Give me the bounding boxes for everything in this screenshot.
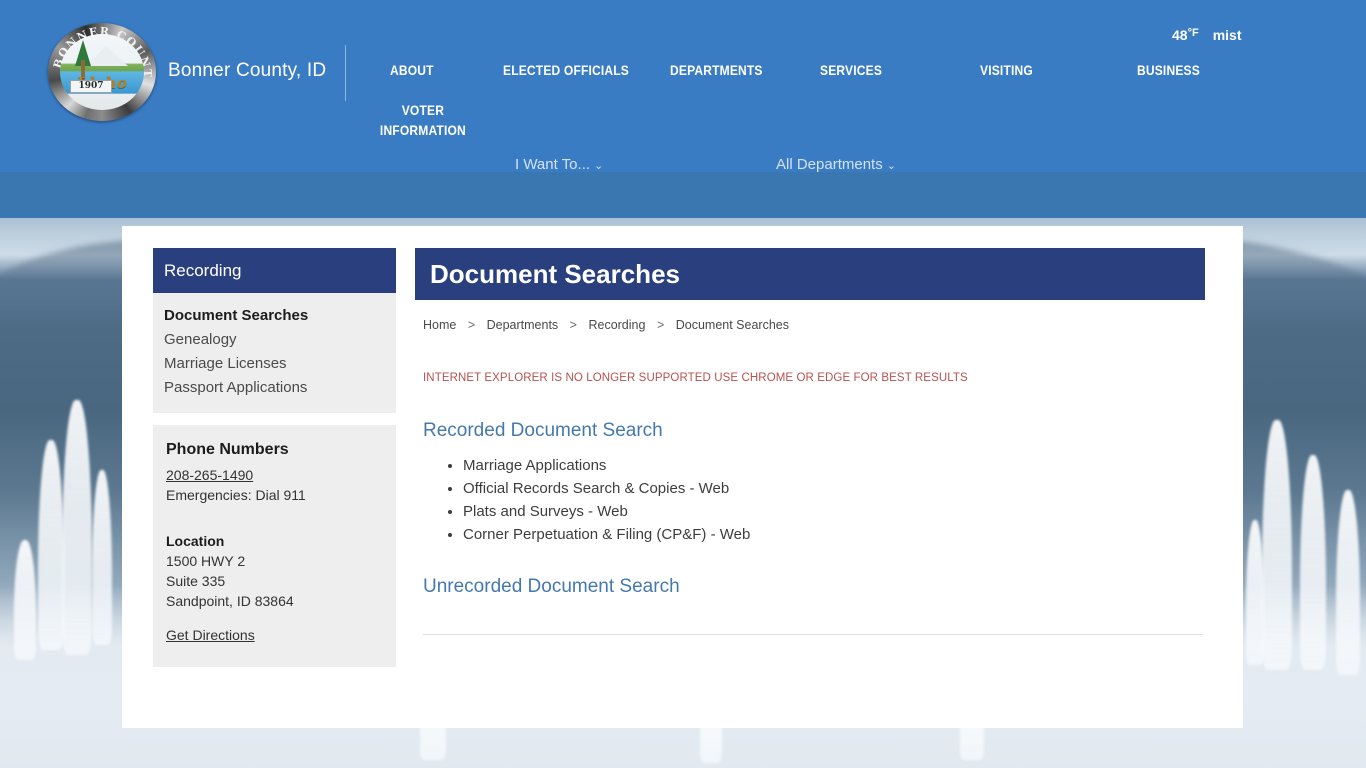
nav-item-business[interactable]: BUSINESS <box>1137 62 1200 78</box>
sidebar: Recording Document Searches Genealogy Ma… <box>153 248 396 667</box>
contact-info-box: Phone Numbers 208-265-1490 Emergencies: … <box>153 425 396 667</box>
address-line-3: Sandpoint, ID 83864 <box>166 593 294 609</box>
page-title: Document Searches <box>415 248 1205 300</box>
main-column: Document Searches Home > Departments > R… <box>415 248 1205 635</box>
breadcrumb-item-departments[interactable]: Departments <box>487 318 559 332</box>
nav-item-about[interactable]: ABOUT <box>390 62 434 78</box>
site-header: BONNER COUNTY Idaho 1907 Bonner County, … <box>0 0 1366 173</box>
sidebar-title: Recording <box>153 248 396 293</box>
sidebar-item-passport-applications[interactable]: Passport Applications <box>164 376 385 400</box>
breadcrumb: Home > Departments > Recording > Documen… <box>415 318 1205 332</box>
seal-year-text: 1907 <box>78 81 104 91</box>
weather-temperature: 48 <box>1172 27 1188 43</box>
sidebar-item-marriage-licenses[interactable]: Marriage Licenses <box>164 352 385 376</box>
nav-item-services[interactable]: SERVICES <box>820 62 882 78</box>
sidebar-menu: Document Searches Genealogy Marriage Lic… <box>153 293 396 413</box>
emergency-line: Emergencies: Dial 911 <box>166 487 306 503</box>
recorded-document-search-heading[interactable]: Recorded Document Search <box>415 420 1205 442</box>
site-title[interactable]: Bonner County, ID <box>168 60 326 82</box>
seal-outer-ring: BONNER COUNTY Idaho 1907 <box>48 23 156 121</box>
chevron-down-icon: ⌄ <box>594 160 604 172</box>
address-line-2: Suite 335 <box>166 573 226 589</box>
phone-numbers-heading: Phone Numbers <box>166 441 289 458</box>
subnav-i-want-to-label: I Want To... <box>515 156 591 173</box>
subnav-all-departments-label: All Departments <box>776 156 883 173</box>
content-divider <box>423 634 1203 635</box>
location-heading: Location <box>166 533 225 549</box>
breadcrumb-item-home[interactable]: Home <box>423 318 456 332</box>
sidebar-item-genealogy[interactable]: Genealogy <box>164 328 385 352</box>
weather-unit: °F <box>1187 27 1199 39</box>
chevron-down-icon: ⌄ <box>886 160 896 172</box>
nav-item-departments[interactable]: DEPARTMENTS <box>670 62 763 78</box>
seal-inner-scene: Idaho <box>60 34 144 110</box>
get-directions-link[interactable]: Get Directions <box>166 625 383 645</box>
weather-widget[interactable]: 48°F mist <box>1172 27 1242 43</box>
header-secondary-band <box>0 172 1366 218</box>
list-item[interactable]: Corner Perpetuation & Filing (CP&F) - We… <box>463 523 1205 546</box>
county-seal-logo[interactable]: BONNER COUNTY Idaho 1907 <box>44 23 162 121</box>
list-item[interactable]: Official Records Search & Copies - Web <box>463 477 1205 500</box>
subnav-all-departments[interactable]: All Departments ⌄ <box>776 156 896 173</box>
seal-year-banner: 1907 <box>70 80 112 93</box>
list-item[interactable]: Plats and Surveys - Web <box>463 500 1205 523</box>
content-card: Recording Document Searches Genealogy Ma… <box>122 226 1243 728</box>
recorded-document-search-list: Marriage Applications Official Records S… <box>415 454 1205 546</box>
browser-support-notice: INTERNET EXPLORER IS NO LONGER SUPPORTED… <box>423 372 968 384</box>
sidebar-item-document-searches[interactable]: Document Searches <box>164 304 385 328</box>
breadcrumb-separator: > <box>569 318 577 332</box>
header-divider <box>345 45 346 101</box>
weather-condition: mist <box>1212 27 1242 43</box>
unrecorded-document-search-heading[interactable]: Unrecorded Document Search <box>415 576 1205 598</box>
address-line-1: 1500 HWY 2 <box>166 553 246 569</box>
nav-item-visiting[interactable]: VISITING <box>980 62 1033 78</box>
nav-item-elected-officials[interactable]: ELECTED OFFICIALS <box>503 62 629 78</box>
subnav-i-want-to[interactable]: I Want To... ⌄ <box>515 156 603 173</box>
breadcrumb-item-document-searches[interactable]: Document Searches <box>676 318 789 332</box>
seal-mountain-icon <box>86 46 128 66</box>
breadcrumb-item-recording[interactable]: Recording <box>588 318 645 332</box>
breadcrumb-separator: > <box>656 318 665 332</box>
phone-number-link[interactable]: 208-265-1490 <box>166 465 383 485</box>
breadcrumb-separator: > <box>467 318 476 332</box>
nav-item-voter-information[interactable]: VOTER INFORMATION <box>367 100 479 140</box>
list-item[interactable]: Marriage Applications <box>463 454 1205 477</box>
